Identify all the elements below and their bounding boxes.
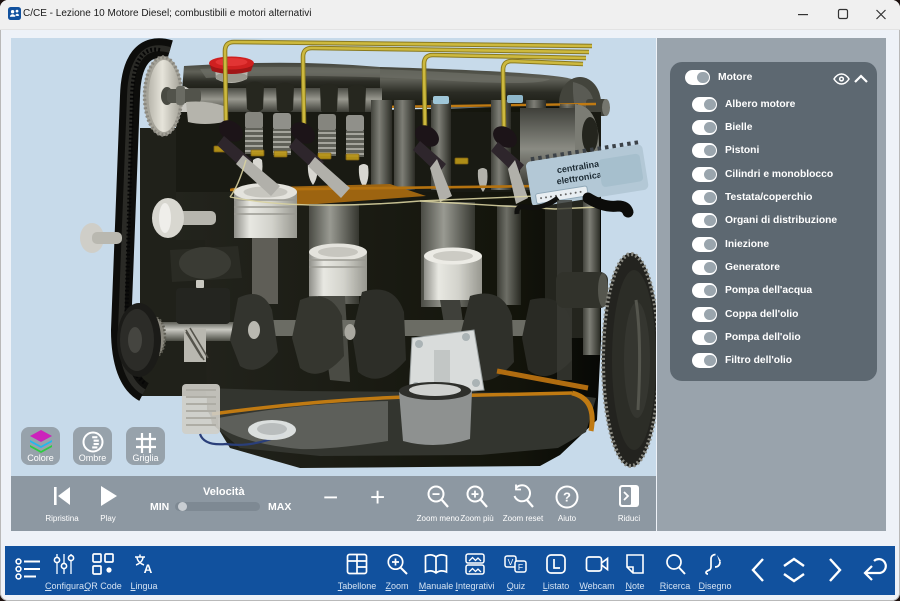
svg-text:A: A [144, 562, 153, 575]
svg-text:?: ? [563, 490, 571, 505]
svg-text:F: F [518, 562, 523, 572]
svg-text:V: V [508, 557, 514, 567]
